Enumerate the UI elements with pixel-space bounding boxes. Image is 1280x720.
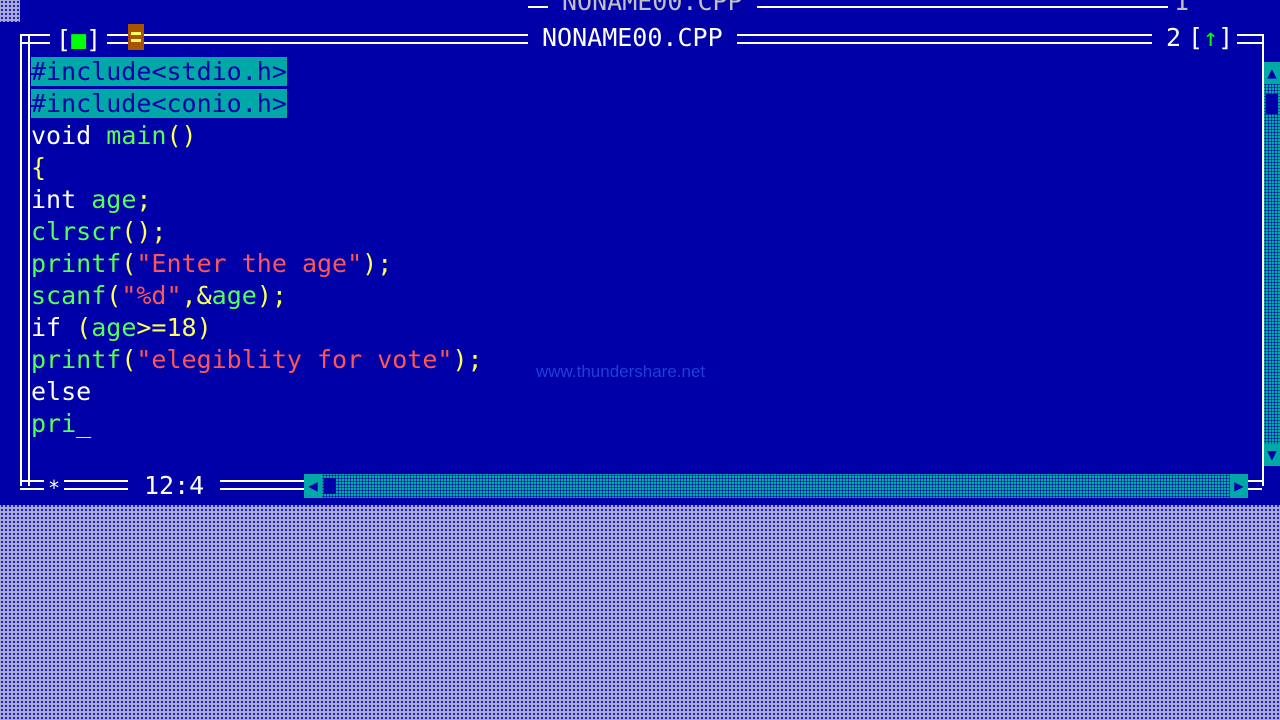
editor-title[interactable]: NONAME00.CPP bbox=[528, 22, 737, 54]
modified-indicator: * bbox=[44, 472, 65, 504]
code-token: clrscr bbox=[31, 217, 122, 246]
code-token: ( bbox=[61, 313, 92, 342]
code-line[interactable]: #include<stdio.h> bbox=[31, 56, 483, 88]
code-line[interactable]: printf("elegiblity for vote"); bbox=[31, 344, 483, 376]
code-token: ) bbox=[196, 313, 212, 342]
code-token: ( bbox=[121, 345, 137, 374]
code-token: int bbox=[31, 185, 77, 214]
zoom-button[interactable]: [↑] bbox=[1184, 22, 1238, 54]
code-token: ); bbox=[256, 281, 287, 310]
code-token: (); bbox=[121, 217, 167, 246]
code-token: printf bbox=[31, 249, 122, 278]
code-token: #include<stdio.h> bbox=[31, 57, 287, 86]
code-token: ( bbox=[121, 249, 137, 278]
code-token: >= bbox=[136, 313, 167, 342]
code-token: age bbox=[211, 281, 257, 310]
zoom-bracket-right: ] bbox=[1218, 23, 1234, 52]
code-line[interactable]: else bbox=[31, 376, 483, 408]
code-token: ( bbox=[106, 281, 122, 310]
close-box-bracket-right: ] bbox=[86, 25, 102, 54]
scroll-right-arrow-icon[interactable]: ▶ bbox=[1230, 474, 1248, 498]
background-window-title[interactable]: NONAME00.CPP bbox=[548, 0, 757, 18]
code-token: age bbox=[91, 313, 137, 342]
code-token: if bbox=[31, 313, 62, 342]
code-token: 18 bbox=[166, 313, 197, 342]
code-token: printf bbox=[31, 345, 122, 374]
watermark-text: www.thundershare.net bbox=[536, 362, 706, 381]
code-line[interactable]: int age; bbox=[31, 184, 483, 216]
code-line[interactable]: clrscr(); bbox=[31, 216, 483, 248]
cursor-position: 12:4 bbox=[128, 470, 221, 502]
code-line[interactable]: if (age>=18) bbox=[31, 312, 483, 344]
text-cursor: _ bbox=[76, 409, 92, 438]
code-token: else bbox=[31, 377, 92, 406]
code-token: "elegiblity for vote" bbox=[136, 345, 453, 374]
code-token: ; bbox=[136, 185, 152, 214]
zoom-arrow-icon: ↑ bbox=[1203, 23, 1219, 52]
window-move-grip-icon[interactable] bbox=[128, 24, 144, 50]
close-box-bracket-left: [ bbox=[56, 25, 72, 54]
code-token: main bbox=[106, 121, 167, 150]
code-token: age bbox=[91, 185, 137, 214]
code-token: "%d" bbox=[121, 281, 182, 310]
code-token: scanf bbox=[31, 281, 107, 310]
code-line[interactable]: pri_ bbox=[31, 408, 483, 440]
editor-window-number: 2 bbox=[1152, 22, 1188, 54]
vertical-scroll-thumb[interactable] bbox=[1266, 94, 1278, 114]
code-token: () bbox=[166, 121, 197, 150]
scroll-down-arrow-icon[interactable]: ▼ bbox=[1264, 444, 1280, 466]
background-window-number: 1 bbox=[1168, 0, 1196, 18]
editor-frame-left bbox=[20, 34, 30, 486]
code-token: ,& bbox=[181, 281, 212, 310]
code-line[interactable]: printf("Enter the age"); bbox=[31, 248, 483, 280]
code-token: pri bbox=[31, 409, 77, 438]
code-token: ); bbox=[362, 249, 393, 278]
scroll-up-arrow-icon[interactable]: ▲ bbox=[1264, 62, 1280, 84]
code-token: #include<conio.h> bbox=[31, 89, 287, 118]
code-line[interactable]: void main() bbox=[31, 120, 483, 152]
code-token: { bbox=[31, 153, 47, 182]
zoom-bracket-left: [ bbox=[1188, 23, 1204, 52]
horizontal-scroll-thumb[interactable] bbox=[324, 478, 336, 494]
scroll-left-arrow-icon[interactable]: ◀ bbox=[304, 474, 322, 498]
code-line[interactable]: #include<conio.h> bbox=[31, 88, 483, 120]
code-token: void bbox=[31, 121, 92, 150]
code-line[interactable]: { bbox=[31, 152, 483, 184]
close-icon: ■ bbox=[71, 25, 87, 54]
vertical-scrollbar[interactable]: ▲ ▼ bbox=[1264, 62, 1280, 466]
close-box-button[interactable]: [■] bbox=[50, 24, 108, 56]
background-window[interactable]: NONAME00.CPP 1 bbox=[20, 0, 1280, 22]
code-token: "Enter the age" bbox=[136, 249, 363, 278]
code-editor-area[interactable]: #include<stdio.h> #include<conio.h> void m… bbox=[31, 56, 483, 440]
code-token: ); bbox=[452, 345, 483, 374]
horizontal-scrollbar[interactable]: ◀ ▶ bbox=[304, 474, 1248, 498]
code-line[interactable]: scanf("%d",&age); bbox=[31, 280, 483, 312]
